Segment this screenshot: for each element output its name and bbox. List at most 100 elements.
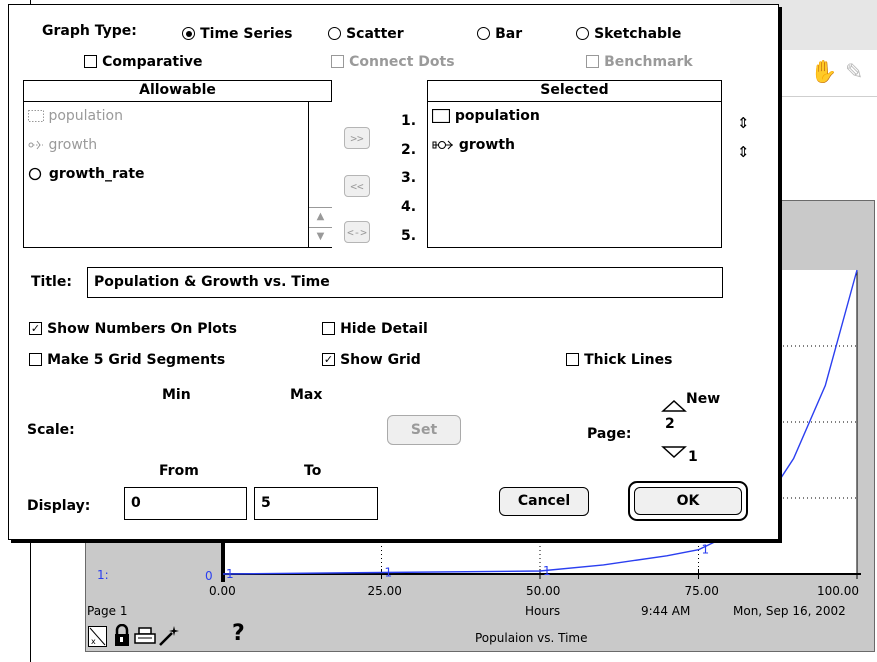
page-up-arrow-icon[interactable]: [661, 399, 687, 413]
flow-icon: [28, 140, 43, 150]
x-tick-label: 0.00: [209, 584, 236, 598]
reorder-arrows-icon[interactable]: ⇕: [737, 114, 750, 132]
scale-label: Scale:: [27, 422, 75, 438]
graph-date: Mon, Sep 16, 2002: [733, 604, 846, 618]
display-from-input[interactable]: 0: [124, 487, 247, 520]
reorder-arrows-icon[interactable]: ⇕: [737, 143, 750, 161]
display-to-input[interactable]: 5: [254, 487, 378, 520]
allowable-header: Allowable: [24, 81, 331, 102]
series-label: 1:: [97, 568, 109, 582]
from-label: From: [159, 463, 199, 479]
make-grid-box[interactable]: [29, 353, 42, 366]
converter-icon: [28, 167, 42, 181]
allowable-item-growth[interactable]: growth: [24, 131, 308, 160]
hide-detail-label: Hide Detail: [340, 321, 428, 337]
remove-variable-button[interactable]: <<: [344, 175, 370, 197]
show-numbers-checkbox[interactable]: ✓ Show Numbers On Plots: [29, 318, 237, 337]
series-point-label: 1: [385, 565, 393, 579]
show-grid-box[interactable]: ✓: [322, 353, 335, 366]
comparative-label: Comparative: [102, 54, 203, 70]
allowable-item-label: growth_rate: [48, 166, 145, 182]
allowable-item-population[interactable]: population: [24, 102, 308, 131]
graph-time: 9:44 AM: [641, 604, 691, 618]
connect-dots-checkbox[interactable]: Connect Dots: [331, 51, 455, 70]
radio-time-series-control[interactable]: [182, 27, 195, 40]
thick-lines-label: Thick Lines: [584, 352, 673, 368]
swap-variable-button[interactable]: <->: [344, 221, 370, 243]
benchmark-box[interactable]: [586, 55, 599, 68]
x-axis-unit: Hours: [525, 604, 561, 618]
graph-caption: Populaion vs. Time: [475, 631, 588, 645]
define-graph-dialog: Graph Type: Time Series Scatter Bar Sket…: [8, 4, 779, 540]
make-grid-checkbox[interactable]: Make 5 Grid Segments: [29, 349, 225, 368]
graph-type-label: Graph Type:: [42, 23, 137, 39]
comparative-box[interactable]: [84, 55, 97, 68]
add-variable-button[interactable]: >>: [344, 127, 370, 149]
help-icon[interactable]: ?: [232, 621, 245, 646]
scroll-up-icon[interactable]: ▲: [309, 207, 332, 228]
page-indicator: Page 1: [87, 604, 128, 618]
thick-lines-box[interactable]: [566, 353, 579, 366]
allowable-item-growth-rate[interactable]: growth_rate: [24, 160, 308, 189]
hide-detail-box[interactable]: [322, 322, 335, 335]
radio-time-series[interactable]: Time Series: [182, 23, 293, 42]
to-label: To: [304, 463, 322, 479]
series-point-label: 1: [226, 567, 234, 581]
svg-text:x: x: [91, 637, 96, 646]
radio-sketchable-control[interactable]: [576, 27, 589, 40]
connect-dots-box[interactable]: [331, 55, 344, 68]
radio-scatter-label: Scatter: [346, 26, 404, 42]
x-tick-label: 75.00: [684, 584, 719, 598]
show-numbers-label: Show Numbers On Plots: [47, 321, 237, 337]
benchmark-checkbox[interactable]: Benchmark: [586, 51, 693, 70]
lock-icon[interactable]: [113, 624, 131, 648]
flow-icon: [432, 140, 453, 150]
magic-wand-icon[interactable]: [158, 625, 180, 647]
show-numbers-box[interactable]: ✓: [29, 322, 42, 335]
scroll-down-icon[interactable]: ▼: [309, 227, 332, 248]
radio-bar-label: Bar: [495, 26, 523, 42]
selected-item-growth[interactable]: growth: [428, 131, 721, 160]
show-grid-checkbox[interactable]: ✓ Show Grid: [322, 349, 421, 368]
page-label: Page:: [587, 426, 632, 442]
set-button[interactable]: Set: [387, 415, 461, 445]
connect-dots-label: Connect Dots: [349, 54, 455, 70]
ok-button[interactable]: OK: [634, 487, 742, 515]
ok-button-ring: OK: [628, 481, 748, 521]
stock-icon: [431, 108, 451, 124]
allowable-list[interactable]: Allowable population growth growth_rate …: [23, 80, 332, 248]
slot-number: 2.: [401, 142, 417, 158]
min-label: Min: [162, 387, 191, 403]
graph-type-icon[interactable]: x: [88, 626, 108, 648]
radio-bar-control[interactable]: [477, 27, 490, 40]
selected-list[interactable]: Selected population growth: [427, 80, 722, 248]
make-grid-label: Make 5 Grid Segments: [47, 352, 226, 368]
selected-item-label: growth: [458, 137, 516, 153]
thick-lines-checkbox[interactable]: Thick Lines: [566, 349, 672, 368]
hand-tool-icon[interactable]: ✋: [810, 60, 837, 85]
selected-header: Selected: [428, 81, 721, 102]
page-down-arrow-icon[interactable]: [661, 445, 687, 459]
allowable-item-label: growth: [48, 137, 98, 153]
radio-scatter[interactable]: Scatter: [328, 23, 404, 42]
radio-scatter-control[interactable]: [328, 27, 341, 40]
x-tick-label: 100.00: [817, 584, 859, 598]
radio-bar[interactable]: Bar: [477, 23, 522, 42]
allowable-items: population growth growth_rate: [24, 102, 308, 189]
print-icon[interactable]: [134, 627, 156, 647]
title-input[interactable]: Population & Growth vs. Time: [87, 267, 723, 298]
slot-number: 4.: [401, 199, 417, 215]
selected-items: population growth: [428, 102, 721, 160]
hide-detail-checkbox[interactable]: Hide Detail: [322, 318, 428, 337]
comparative-checkbox[interactable]: Comparative: [84, 51, 203, 70]
selected-item-label: population: [454, 108, 540, 124]
slot-number: 3.: [401, 170, 417, 186]
benchmark-label: Benchmark: [604, 54, 693, 70]
selected-item-population[interactable]: population: [428, 102, 721, 131]
radio-sketchable[interactable]: Sketchable: [576, 23, 681, 42]
x-tick-label: 25.00: [367, 584, 402, 598]
allowable-scrollbar[interactable]: ▲ ▼: [308, 102, 332, 247]
paint-brush-icon[interactable]: ✎: [845, 60, 863, 85]
slot-number: 1.: [401, 113, 417, 129]
cancel-button[interactable]: Cancel: [499, 487, 589, 516]
